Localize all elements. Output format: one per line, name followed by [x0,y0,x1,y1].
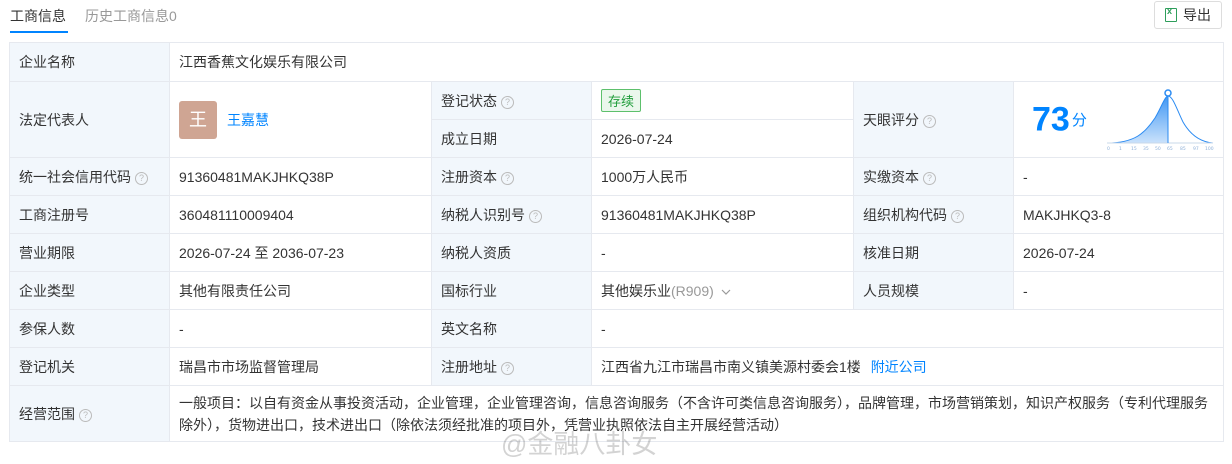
est-date-label: 成立日期 [431,119,592,158]
reg-status-cell: 存续 [591,81,854,120]
help-icon[interactable]: ? [79,408,92,422]
help-icon[interactable]: ? [501,361,514,375]
axis-tick-label: 35 [1143,146,1149,152]
legal-rep-cell: 王王嘉慧 [169,81,432,158]
taxpayer-id-value: 91360481MAKJHKQ38P [591,195,854,234]
business-info-table: 企业名称 江西香蕉文化娱乐有限公司 法定代表人 王王嘉慧 登记状态? 存续 天眼… [9,42,1225,442]
reg-capital-value: 1000万人民币 [591,157,854,196]
credit-code-label-text: 统一社会信用代码 [19,168,131,185]
address-value: 江西省九江市瑞昌市南义镇美源村委会1楼 [601,358,861,375]
help-icon[interactable]: ? [923,171,936,185]
english-name-label: 英文名称 [431,309,592,348]
paid-capital-label-text: 实缴资本 [863,168,919,185]
est-date-value: 2026-07-24 [591,119,854,158]
org-code-label: 组织机构代码? [853,195,1014,234]
avatar[interactable]: 王 [179,100,217,139]
credit-code-value: 91360481MAKJHKQ38P [169,157,432,196]
axis-tick-label: 100 [1205,146,1214,152]
taxpayer-qual-label: 纳税人资质 [431,233,592,272]
term-value: 2026-07-24 至 2036-07-23 [169,233,432,272]
tianyan-score-label: 天眼评分? [853,81,1014,158]
score-value: 73 [1032,100,1070,138]
address-label: 注册地址? [431,347,592,386]
axis-tick-label: 85 [1180,146,1186,152]
taxpayer-id-label: 纳税人识别号? [431,195,592,234]
axis-tick-label: 65 [1167,146,1173,152]
taxpayer-qual-value: - [591,233,854,272]
insured-value: - [169,309,432,348]
address-label-text: 注册地址 [441,358,497,375]
tianyan-score-cell[interactable]: 73 分 0 1 15 35 50 65 85 97 100 [1012,81,1225,158]
legal-rep-label: 法定代表人 [9,81,170,158]
tab-business-info[interactable]: 工商信息 [10,6,66,26]
nearby-companies-link[interactable]: 附近公司 [871,359,927,375]
help-icon[interactable]: ? [135,171,148,185]
axis-tick-label: 97 [1193,146,1199,152]
ent-type-label: 企业类型 [9,271,170,310]
reg-no-label: 工商注册号 [9,195,170,234]
reg-status-label-text: 登记状态 [441,92,497,109]
company-name-label: 企业名称 [9,42,170,82]
help-icon[interactable]: ? [529,209,542,223]
english-name-value: - [590,309,1225,348]
chevron-down-icon[interactable] [721,287,731,297]
axis-tick-label: 15 [1131,146,1137,152]
industry-cell: 其他娱乐业(R909) [591,271,854,310]
insured-label: 参保人数 [9,309,170,348]
reg-capital-label-text: 注册资本 [441,168,497,185]
industry-code: (R909) [671,282,714,299]
scope-value: 一般项目：以自有资金从事投资活动，企业管理，企业管理咨询，信息咨询服务（不含许可… [168,385,1225,442]
scope-label-text: 经营范围 [19,405,75,422]
tianyan-score-label-text: 天眼评分 [863,111,919,128]
staff-size-label: 人员规模 [853,271,1014,310]
tab-history-business-info[interactable]: 历史工商信息0 [85,6,177,26]
paid-capital-value: - [1012,157,1225,196]
excel-icon [1165,6,1177,22]
authority-label: 登记机关 [9,347,170,386]
status-badge: 存续 [601,89,642,112]
approve-date-value: 2026-07-24 [1012,233,1225,272]
axis-tick-label: 1 [1119,146,1122,152]
industry-label: 国标行业 [431,271,592,310]
approve-date-label: 核准日期 [853,233,1014,272]
reg-status-label: 登记状态? [431,81,592,120]
help-icon[interactable]: ? [501,171,514,185]
tab-bar: 工商信息 历史工商信息0 导出 [0,0,1232,34]
help-icon[interactable]: ? [923,114,936,128]
term-label: 营业期限 [9,233,170,272]
axis-tick-label: 0 [1107,146,1110,152]
taxpayer-id-label-text: 纳税人识别号 [441,206,525,223]
export-label: 导出 [1183,7,1211,23]
org-code-value: MAKJHKQ3-8 [1012,195,1225,234]
help-icon[interactable]: ? [951,209,964,223]
score-marker-pin [1163,88,1172,97]
paid-capital-label: 实缴资本? [853,157,1014,196]
industry-value: 其他娱乐业 [601,282,671,299]
active-tab-indicator [10,31,68,33]
credit-code-label: 统一社会信用代码? [9,157,170,196]
scope-label: 经营范围? [9,385,170,442]
help-icon[interactable]: ? [501,95,514,109]
reg-capital-label: 注册资本? [431,157,592,196]
reg-no-value: 360481110009404 [169,195,432,234]
address-cell: 江西省九江市瑞昌市南义镇美源村委会1楼 附近公司 [590,347,1225,386]
legal-rep-name-link[interactable]: 王嘉慧 [227,112,269,128]
staff-size-value: - [1012,271,1225,310]
export-button[interactable]: 导出 [1154,1,1222,29]
authority-value: 瑞昌市市场监督管理局 [169,347,432,386]
ent-type-value: 其他有限责任公司 [169,271,432,310]
axis-tick-label: 50 [1155,146,1161,152]
score-distribution-chart: 0 1 15 35 50 65 85 97 100 [1106,88,1214,152]
company-name-value: 江西香蕉文化娱乐有限公司 [168,42,1225,82]
org-code-label-text: 组织机构代码 [863,206,947,223]
score-unit: 分 [1071,112,1087,129]
